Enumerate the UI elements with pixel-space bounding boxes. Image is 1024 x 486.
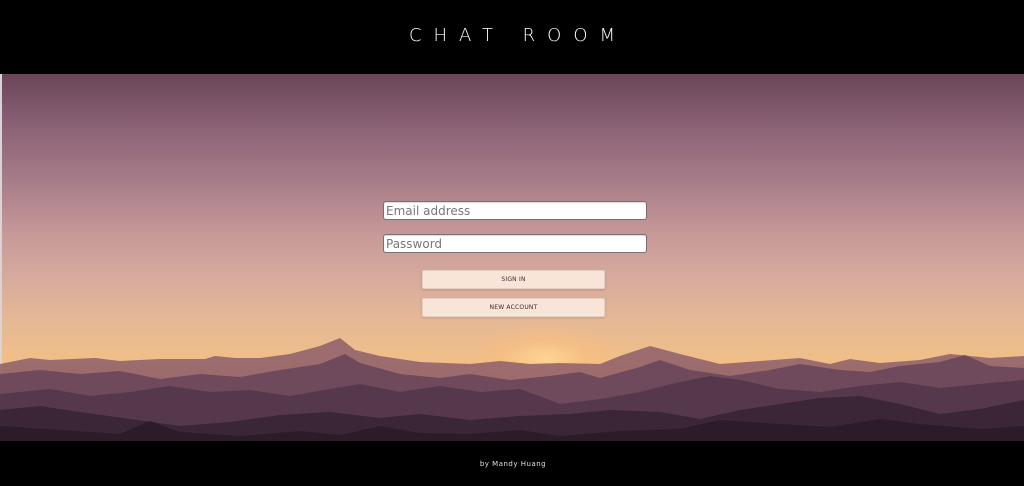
page-title: CHAT ROOM bbox=[408, 24, 628, 46]
email-field[interactable] bbox=[383, 201, 647, 220]
sign-in-button[interactable]: SIGN IN bbox=[422, 270, 605, 289]
footer-bar: by Mandy Huang bbox=[0, 441, 1024, 486]
new-account-button[interactable]: NEW ACCOUNT bbox=[422, 298, 605, 317]
header-bar: CHAT ROOM bbox=[0, 0, 1024, 74]
sunset-background: SIGN IN NEW ACCOUNT bbox=[0, 74, 1024, 441]
footer-credit: by Mandy Huang bbox=[479, 459, 547, 468]
mountain-silhouettes bbox=[0, 338, 1024, 441]
password-field[interactable] bbox=[383, 234, 647, 253]
